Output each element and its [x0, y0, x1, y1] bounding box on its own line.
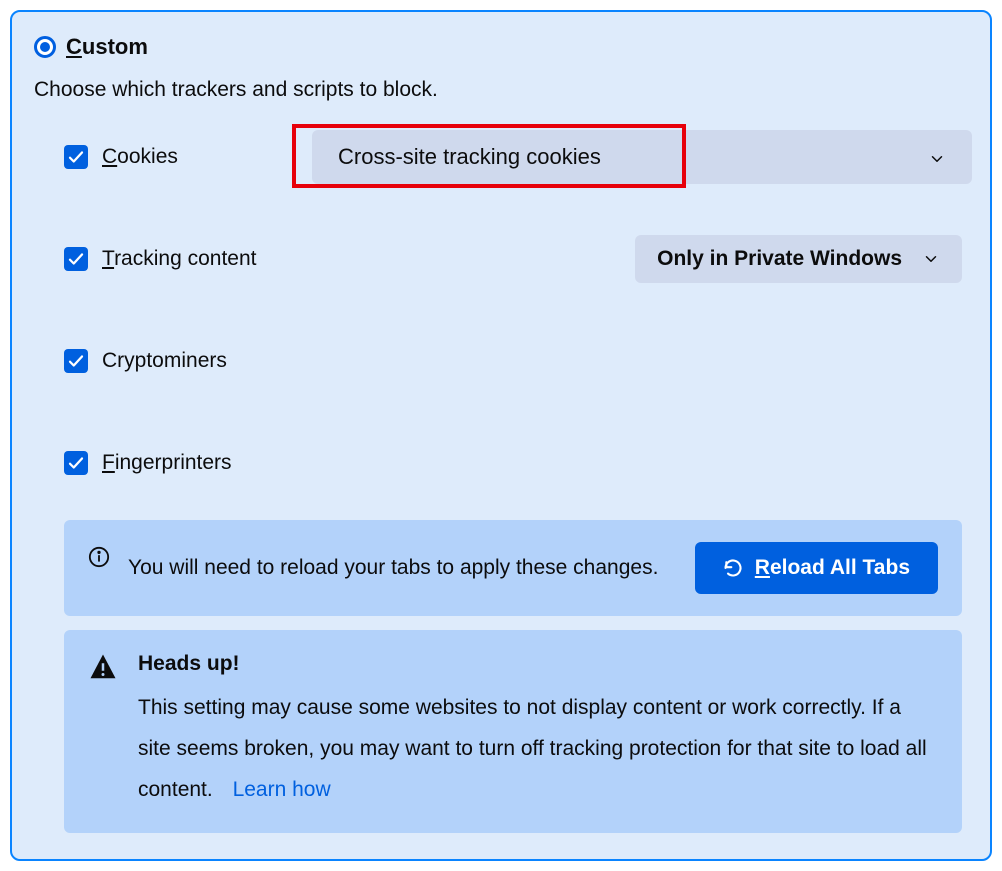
warning-content: Heads up! This setting may cause some we…: [138, 652, 938, 811]
checkbox-checked-icon: [64, 145, 88, 169]
cookies-checkbox-wrap[interactable]: Cookies: [64, 145, 284, 169]
warning-box: Heads up! This setting may cause some we…: [64, 630, 962, 833]
tracking-dropdown-value: Only in Private Windows: [657, 247, 902, 271]
checkbox-checked-icon: [64, 247, 88, 271]
reload-all-tabs-button[interactable]: Reload All Tabs: [695, 542, 938, 594]
reload-icon: [723, 558, 743, 578]
chevron-down-icon: [922, 250, 940, 268]
fingerprinters-row: Fingerprinters: [64, 436, 962, 490]
warning-title: Heads up!: [138, 652, 938, 676]
custom-radio-label: Custom: [66, 34, 148, 60]
checkbox-checked-icon: [64, 451, 88, 475]
cryptominers-row: Cryptominers: [64, 334, 962, 388]
cookies-dropdown-value: Cross-site tracking cookies: [338, 144, 601, 170]
custom-protection-panel: Custom Choose which trackers and scripts…: [10, 10, 992, 861]
learn-how-link[interactable]: Learn how: [233, 778, 331, 801]
tracking-content-row: Tracking content Only in Private Windows: [64, 232, 962, 286]
tracking-dropdown[interactable]: Only in Private Windows: [635, 235, 962, 283]
info-icon: [88, 546, 110, 568]
cookies-dropdown[interactable]: Cross-site tracking cookies: [312, 130, 972, 184]
fingerprinters-label: Fingerprinters: [102, 451, 232, 475]
warning-body: This setting may cause some websites to …: [138, 688, 938, 811]
cryptominers-checkbox-wrap[interactable]: Cryptominers: [64, 349, 284, 373]
reload-button-label: Reload All Tabs: [755, 556, 910, 580]
custom-radio-row[interactable]: Custom: [34, 34, 962, 60]
cookies-label: Cookies: [102, 145, 178, 169]
tracking-label: Tracking content: [102, 247, 256, 271]
checkbox-checked-icon: [64, 349, 88, 373]
reload-notice-text: You will need to reload your tabs to app…: [128, 550, 677, 586]
tracking-checkbox-wrap[interactable]: Tracking content: [64, 247, 284, 271]
warning-icon: [88, 652, 118, 682]
cookies-row: Cookies Cross-site tracking cookies: [64, 130, 962, 184]
reload-notice: You will need to reload your tabs to app…: [64, 520, 962, 616]
cryptominers-label: Cryptominers: [102, 349, 227, 373]
fingerprinters-checkbox-wrap[interactable]: Fingerprinters: [64, 451, 284, 475]
panel-description: Choose which trackers and scripts to blo…: [34, 78, 962, 102]
chevron-down-icon: [928, 148, 946, 166]
radio-selected-icon: [34, 36, 56, 58]
